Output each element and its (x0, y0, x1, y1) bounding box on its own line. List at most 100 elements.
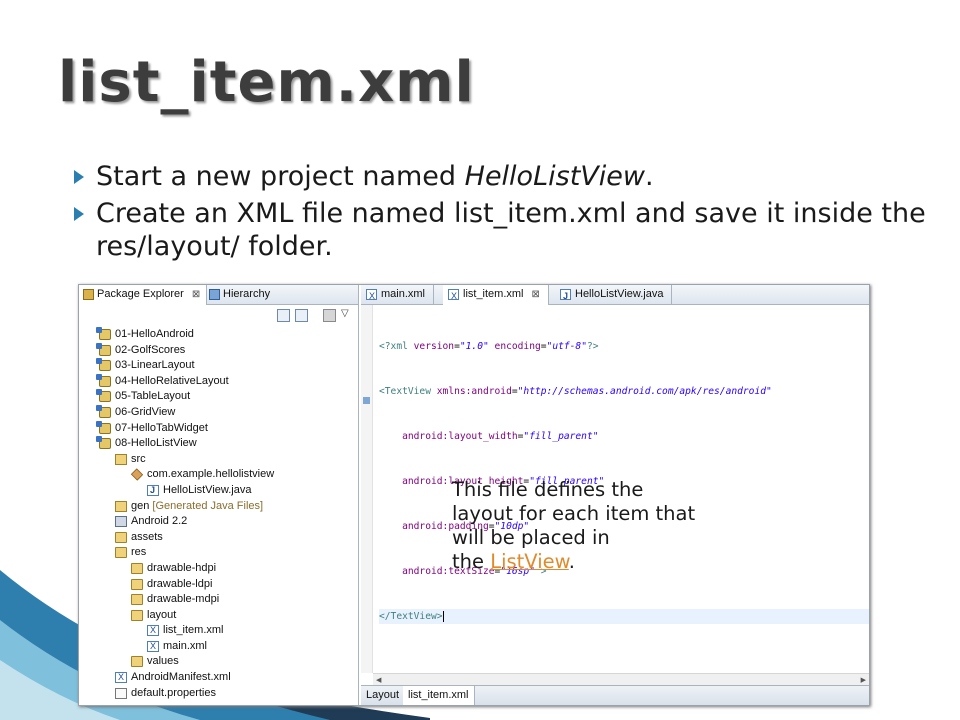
tree-item[interactable]: 08-HelloListView (79, 436, 359, 452)
tab-hierarchy[interactable]: Hierarchy (205, 285, 276, 305)
code-line: <?xml version="1.0" encoding="utf-8"?> (379, 341, 599, 352)
bullet-text: Start a new project named (96, 161, 465, 192)
xml-file-icon (366, 287, 377, 306)
note-line: layout for each item that (452, 502, 696, 525)
tree-item[interactable]: 05-TableLayout (79, 389, 359, 405)
tree-item[interactable]: values (79, 654, 359, 670)
code-line: <TextView xmlns:android="http://schemas.… (379, 386, 772, 397)
tree-decoration: [Generated Java Files] (152, 499, 264, 512)
tree-item[interactable]: drawable-ldpi (79, 577, 359, 593)
package-explorer-toolbar: ▽ (79, 305, 358, 327)
folder-icon (131, 562, 143, 574)
current-line-marker-icon (363, 397, 370, 404)
package-explorer-icon (83, 289, 94, 300)
package-explorer-pane: Package Explorer ⊠ Hierarchy ▽ 01-HelloAn… (79, 285, 359, 705)
note-line: the ListView. (452, 550, 575, 573)
tab-layout[interactable]: Layout (361, 686, 406, 705)
scroll-right-icon[interactable]: ▶ (861, 676, 866, 684)
horizontal-scrollbar[interactable]: ◀ ▶ (373, 673, 869, 685)
folder-icon (131, 594, 143, 606)
package-explorer-tabs: Package Explorer ⊠ Hierarchy (79, 285, 358, 305)
editor-tabs: main.xml list_item.xml ⊠ HelloListView.ja… (361, 285, 869, 306)
text-cursor (442, 610, 444, 622)
tree-item[interactable]: AndroidManifest.xml (79, 670, 359, 686)
callout-note: This file defines the layout for each it… (452, 478, 752, 574)
folder-icon (115, 531, 127, 543)
tree-item[interactable]: drawable-mdpi (79, 592, 359, 608)
tab-hellolistview-java[interactable]: HelloListView.java (555, 285, 673, 306)
tree-item[interactable]: 06-GridView (79, 404, 359, 421)
link-with-editor-icon[interactable] (295, 309, 308, 322)
tree-item[interactable]: res (79, 545, 359, 561)
bullet-arrow-icon (74, 207, 84, 221)
source-folder-icon (115, 500, 127, 512)
xml-file-icon (115, 670, 127, 686)
bullet-text-end: . (644, 161, 654, 192)
editor-ruler (361, 305, 373, 673)
close-icon[interactable]: ⊠ (192, 289, 200, 300)
tab-label: list_item.xml (463, 288, 524, 300)
tree-item[interactable]: HelloListView.java (79, 483, 359, 499)
project-icon (96, 373, 111, 387)
file-icon (115, 687, 127, 699)
project-icon (96, 389, 111, 403)
tab-label: main.xml (381, 288, 426, 300)
bullet-item: Start a new project named HelloListView. (70, 160, 930, 193)
note-line: This file defines the (452, 478, 644, 501)
package-icon (130, 468, 144, 481)
tree-item[interactable]: layout (79, 608, 359, 624)
tree-item[interactable]: 02-GolfScores (79, 342, 359, 359)
tree-item[interactable]: drawable-hdpi (79, 561, 359, 577)
listview-link[interactable]: ListView (490, 550, 569, 573)
tab-list-item-xml-source[interactable]: list_item.xml (403, 686, 475, 705)
library-icon (115, 516, 127, 528)
bullet-emphasis: HelloListView (464, 161, 645, 192)
xml-file-icon (147, 639, 159, 654)
bullet-arrow-icon (74, 170, 84, 184)
tree-item[interactable]: list_item.xml (79, 623, 359, 639)
folder-icon (115, 547, 127, 559)
project-icon (96, 358, 111, 372)
folder-icon (131, 578, 143, 590)
folder-icon (131, 656, 143, 668)
project-icon (96, 327, 111, 340)
bullet-item: Create an XML file named list_item.xml a… (70, 197, 930, 263)
tree-item[interactable]: gen [Generated Java Files] (79, 499, 359, 515)
xml-file-icon (448, 287, 459, 306)
tree-item[interactable]: 01-HelloAndroid (79, 327, 359, 343)
code-line-current: </TextView> (379, 609, 869, 624)
bullet-text: Create an XML file named list_item.xml a… (96, 198, 926, 262)
chevron-down-icon[interactable]: ▽ (341, 308, 349, 319)
folder-icon (131, 609, 143, 621)
slide-title: list_item.xml (58, 50, 475, 115)
hierarchy-icon (209, 289, 220, 300)
close-icon[interactable]: ⊠ (532, 289, 540, 300)
project-icon (96, 420, 111, 434)
xml-file-icon (147, 623, 159, 639)
java-file-icon (560, 287, 571, 306)
tree-item[interactable]: 04-HelloRelativeLayout (79, 373, 359, 390)
tab-list-item-xml[interactable]: list_item.xml ⊠ (443, 285, 549, 306)
project-tree: 01-HelloAndroid 02-GolfScores 03-LinearL… (79, 327, 359, 701)
tree-item[interactable]: 03-LinearLayout (79, 358, 359, 374)
tree-item[interactable]: com.example.hellolistview (79, 467, 359, 483)
scroll-left-icon[interactable]: ◀ (376, 676, 381, 684)
tree-item[interactable]: Android 2.2 (79, 514, 359, 530)
project-icon (96, 404, 111, 418)
tree-item[interactable]: 07-HelloTabWidget (79, 420, 359, 437)
tree-item[interactable]: src (79, 452, 359, 468)
tab-label: HelloListView.java (575, 288, 664, 300)
collapse-all-icon[interactable] (277, 309, 290, 322)
note-line: will be placed in (452, 526, 610, 549)
tree-item[interactable]: main.xml (79, 639, 359, 654)
tab-main-xml[interactable]: main.xml (361, 285, 435, 306)
tab-label: Package Explorer (97, 288, 184, 300)
tree-item[interactable]: assets (79, 530, 359, 546)
tab-label: Hierarchy (223, 288, 271, 300)
tab-package-explorer[interactable]: Package Explorer ⊠ (79, 285, 208, 305)
tree-item[interactable]: default.properties (79, 686, 359, 702)
source-folder-icon (115, 453, 127, 465)
editor-bottom-tabs: Layout list_item.xml (361, 685, 869, 705)
view-menu-icon[interactable] (323, 309, 336, 322)
java-file-icon (147, 483, 159, 499)
